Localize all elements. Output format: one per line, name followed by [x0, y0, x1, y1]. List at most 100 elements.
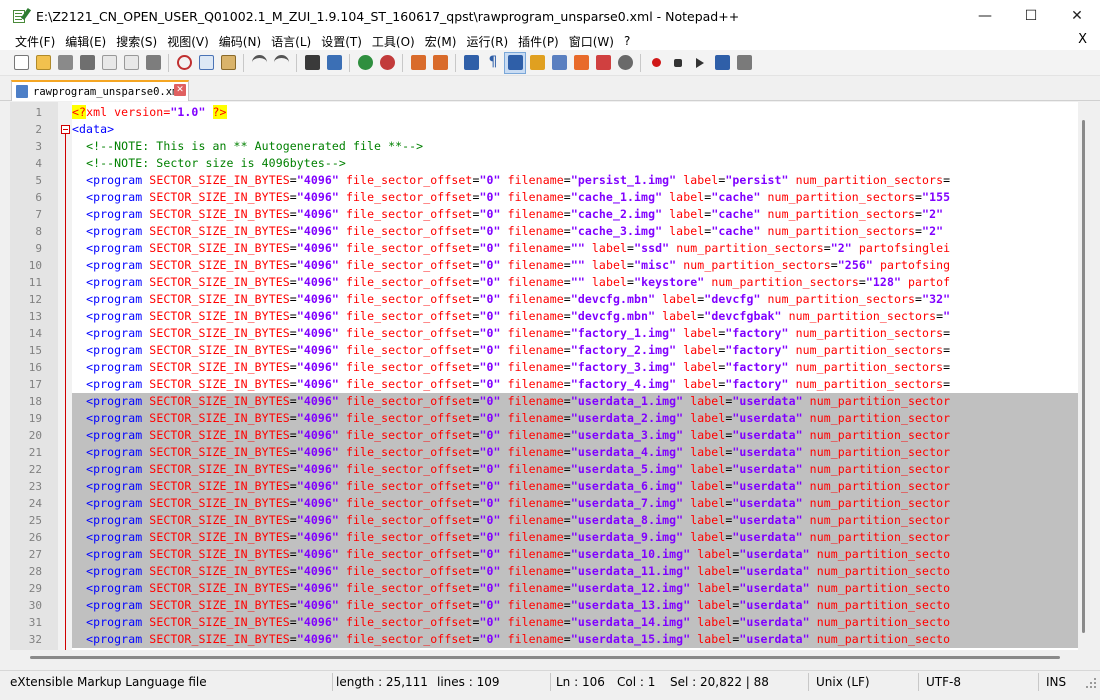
zoom-out-button[interactable]	[376, 52, 398, 74]
code-line[interactable]: 23 <program SECTOR_SIZE_IN_BYTES="4096" …	[10, 478, 1092, 495]
maximize-button[interactable]: ☐	[1008, 0, 1054, 32]
word-wrap-button[interactable]	[460, 52, 482, 74]
code-line[interactable]: 13 <program SECTOR_SIZE_IN_BYTES="4096" …	[10, 308, 1092, 325]
menu-language[interactable]: 语言(L)	[266, 33, 316, 50]
menu-settings[interactable]: 设置(T)	[316, 33, 367, 50]
code-line[interactable]: 31 <program SECTOR_SIZE_IN_BYTES="4096" …	[10, 614, 1092, 631]
code-text: <program SECTOR_SIZE_IN_BYTES="4096" fil…	[86, 343, 951, 357]
sync-vertical-button[interactable]	[407, 52, 429, 74]
tab-close-icon[interactable]: ✕	[174, 84, 186, 96]
code-line[interactable]: 21 <program SECTOR_SIZE_IN_BYTES="4096" …	[10, 444, 1092, 461]
minimize-button[interactable]: —	[962, 0, 1008, 32]
status-eol[interactable]: Unix (LF)	[816, 671, 870, 693]
code-line[interactable]: 30 <program SECTOR_SIZE_IN_BYTES="4096" …	[10, 597, 1092, 614]
menu-edit[interactable]: 编辑(E)	[60, 33, 111, 50]
zoom-in-button[interactable]	[354, 52, 376, 74]
code-line[interactable]: 27 <program SECTOR_SIZE_IN_BYTES="4096" …	[10, 546, 1092, 563]
code-line[interactable]: 16 <program SECTOR_SIZE_IN_BYTES="4096" …	[10, 359, 1092, 376]
vertical-scroll-thumb[interactable]	[1082, 120, 1085, 633]
menu-help[interactable]: ?	[619, 34, 635, 48]
play-macro-button[interactable]	[689, 52, 711, 74]
menu-macro[interactable]: 宏(M)	[420, 33, 462, 50]
sync-horizontal-button[interactable]	[429, 52, 451, 74]
status-length: length : 25,111	[336, 675, 428, 689]
menu-plugins[interactable]: 插件(P)	[513, 33, 564, 50]
line-number: 17	[28, 378, 42, 391]
code-line[interactable]: 7 <program SECTOR_SIZE_IN_BYTES="4096" f…	[10, 206, 1092, 223]
record-macro-button[interactable]	[645, 52, 667, 74]
copy-button[interactable]	[195, 52, 217, 74]
code-line[interactable]: 32 <program SECTOR_SIZE_IN_BYTES="4096" …	[10, 631, 1092, 648]
udl-button[interactable]	[526, 52, 548, 74]
code-line[interactable]: 15 <program SECTOR_SIZE_IN_BYTES="4096" …	[10, 342, 1092, 359]
line-number: 15	[28, 344, 42, 357]
close-button[interactable]	[98, 52, 120, 74]
code-line[interactable]: 5 <program SECTOR_SIZE_IN_BYTES="4096" f…	[10, 172, 1092, 189]
code-line[interactable]: 29 <program SECTOR_SIZE_IN_BYTES="4096" …	[10, 580, 1092, 597]
menu-run[interactable]: 运行(R)	[461, 33, 513, 50]
status-encoding[interactable]: UTF-8	[926, 671, 961, 693]
code-line[interactable]: 28 <program SECTOR_SIZE_IN_BYTES="4096" …	[10, 563, 1092, 580]
code-line[interactable]: 19 <program SECTOR_SIZE_IN_BYTES="4096" …	[10, 410, 1092, 427]
undo-button[interactable]	[248, 52, 270, 74]
code-line[interactable]: 8 <program SECTOR_SIZE_IN_BYTES="4096" f…	[10, 223, 1092, 240]
code-line[interactable]: 18 <program SECTOR_SIZE_IN_BYTES="4096" …	[10, 393, 1092, 410]
show-all-chars-button[interactable]: ¶	[482, 52, 504, 74]
horizontal-scrollbar[interactable]	[10, 650, 1092, 664]
tab-rawprogram-unsparse0[interactable]: rawprogram_unsparse0.xml ✕	[11, 80, 189, 101]
code-line[interactable]: 2 <data>	[10, 121, 1092, 138]
code-line[interactable]: 1 <?xml version="1.0" ?>	[10, 104, 1092, 121]
stop-macro-button[interactable]	[667, 52, 689, 74]
code-line[interactable]: 17 <program SECTOR_SIZE_IN_BYTES="4096" …	[10, 376, 1092, 393]
folder-workspace-button[interactable]	[592, 52, 614, 74]
run-macro-multiple-button[interactable]	[711, 52, 733, 74]
line-number: 3	[35, 140, 42, 153]
save-all-button[interactable]	[76, 52, 98, 74]
replace-button[interactable]	[323, 52, 345, 74]
code-line[interactable]: 22 <program SECTOR_SIZE_IN_BYTES="4096" …	[10, 461, 1092, 478]
editor[interactable]: 1 <?xml version="1.0" ?> 2 <data> 3 <!--NOTE…	[10, 102, 1092, 650]
new-file-button[interactable]	[10, 52, 32, 74]
fold-toggle-icon[interactable]	[61, 125, 70, 134]
status-bar: eXtensible Markup Language file length :…	[0, 670, 1100, 692]
code-line[interactable]: 14 <program SECTOR_SIZE_IN_BYTES="4096" …	[10, 325, 1092, 342]
menu-encoding[interactable]: 编码(N)	[214, 33, 266, 50]
menu-window[interactable]: 窗口(W)	[564, 33, 619, 50]
open-file-button[interactable]	[32, 52, 54, 74]
code-line[interactable]: 4 <!--NOTE: Sector size is 4096bytes-->	[10, 155, 1092, 172]
code-line[interactable]: 26 <program SECTOR_SIZE_IN_BYTES="4096" …	[10, 529, 1092, 546]
close-document-button[interactable]: X	[1078, 32, 1087, 47]
save-macro-button[interactable]	[733, 52, 755, 74]
code-line[interactable]: 11 <program SECTOR_SIZE_IN_BYTES="4096" …	[10, 274, 1092, 291]
redo-button[interactable]	[270, 52, 292, 74]
status-insert-mode[interactable]: INS	[1046, 671, 1066, 693]
indent-guide-button[interactable]	[504, 51, 526, 74]
paste-button[interactable]	[217, 52, 239, 74]
close-button[interactable]: ✕	[1054, 0, 1100, 32]
horizontal-scroll-thumb[interactable]	[30, 656, 1060, 659]
print-button[interactable]	[142, 52, 164, 74]
code-line[interactable]: 12 <program SECTOR_SIZE_IN_BYTES="4096" …	[10, 291, 1092, 308]
save-button[interactable]	[54, 52, 76, 74]
find-button[interactable]	[301, 52, 323, 74]
menu-tools[interactable]: 工具(O)	[367, 33, 420, 50]
code-line[interactable]: 9 <program SECTOR_SIZE_IN_BYTES="4096" f…	[10, 240, 1092, 257]
doc-map-button[interactable]	[548, 52, 570, 74]
cut-button[interactable]	[173, 52, 195, 74]
monitoring-button[interactable]	[614, 52, 636, 74]
menu-file[interactable]: 文件(F)	[10, 33, 60, 50]
resize-grip[interactable]	[1084, 676, 1096, 688]
function-list-button[interactable]	[570, 52, 592, 74]
code-line[interactable]: 3 <!--NOTE: This is an ** Autogenerated …	[10, 138, 1092, 155]
line-number: 1	[35, 106, 42, 119]
vertical-scrollbar[interactable]	[1078, 102, 1092, 650]
code-line[interactable]: 24 <program SECTOR_SIZE_IN_BYTES="4096" …	[10, 495, 1092, 512]
line-number: 7	[35, 208, 42, 221]
menu-view[interactable]: 视图(V)	[162, 33, 214, 50]
code-line[interactable]: 10 <program SECTOR_SIZE_IN_BYTES="4096" …	[10, 257, 1092, 274]
code-line[interactable]: 20 <program SECTOR_SIZE_IN_BYTES="4096" …	[10, 427, 1092, 444]
code-line[interactable]: 6 <program SECTOR_SIZE_IN_BYTES="4096" f…	[10, 189, 1092, 206]
close-all-button[interactable]	[120, 52, 142, 74]
menu-search[interactable]: 搜索(S)	[111, 33, 162, 50]
code-line[interactable]: 25 <program SECTOR_SIZE_IN_BYTES="4096" …	[10, 512, 1092, 529]
